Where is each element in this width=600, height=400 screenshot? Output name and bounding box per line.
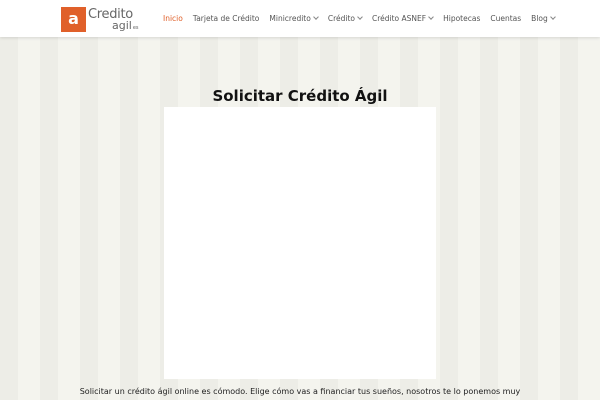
main-menu: Inicio Tarjeta de Crédito Minicredito Cr… xyxy=(163,0,565,37)
nav-item-credito-asnef[interactable]: Crédito ASNEF xyxy=(372,14,434,23)
nav-label: Cuentas xyxy=(490,14,522,23)
site-logo[interactable]: a Credito agiles xyxy=(61,6,139,32)
nav-label: Hipotecas xyxy=(443,14,481,23)
nav-item-minicredito[interactable]: Minicredito xyxy=(269,14,319,23)
page-title: Solicitar Crédito Ágil xyxy=(212,87,388,105)
chevron-down-icon xyxy=(313,14,319,20)
nav-label: Blog xyxy=(531,14,548,23)
logo-mark-icon: a xyxy=(61,6,86,32)
logo-wordmark: Credito agiles xyxy=(88,8,139,31)
intro-text: Solicitar un crédito ágil online es cómo… xyxy=(79,387,521,396)
chevron-down-icon xyxy=(428,14,434,20)
chevron-down-icon xyxy=(357,14,363,20)
nav-item-credito[interactable]: Crédito xyxy=(327,14,363,23)
nav-label: Tarjeta de Crédito xyxy=(192,14,260,23)
top-navigation-bar: a Credito agiles Inicio Tarjeta de Crédi… xyxy=(0,0,600,37)
logo-line2: agiles xyxy=(112,20,139,31)
nav-item-tarjeta-de-credito[interactable]: Tarjeta de Crédito xyxy=(193,14,260,23)
nav-label: Crédito ASNEF xyxy=(372,14,427,23)
logo-mark-letter: a xyxy=(68,9,79,28)
nav-item-hipotecas[interactable]: Hipotecas xyxy=(443,14,480,23)
logo-line2-text: agil xyxy=(112,18,132,32)
nav-item-inicio[interactable]: Inicio xyxy=(163,14,183,23)
chevron-down-icon xyxy=(549,14,556,20)
embedded-content-frame[interactable] xyxy=(164,107,436,379)
nav-label: Crédito xyxy=(327,14,355,23)
nav-label: Inicio xyxy=(163,14,183,23)
logo-suffix: es xyxy=(132,24,139,31)
nav-label: Minicredito xyxy=(269,14,311,23)
nav-item-blog[interactable]: Blog xyxy=(531,14,556,23)
nav-item-cuentas[interactable]: Cuentas xyxy=(490,14,521,23)
